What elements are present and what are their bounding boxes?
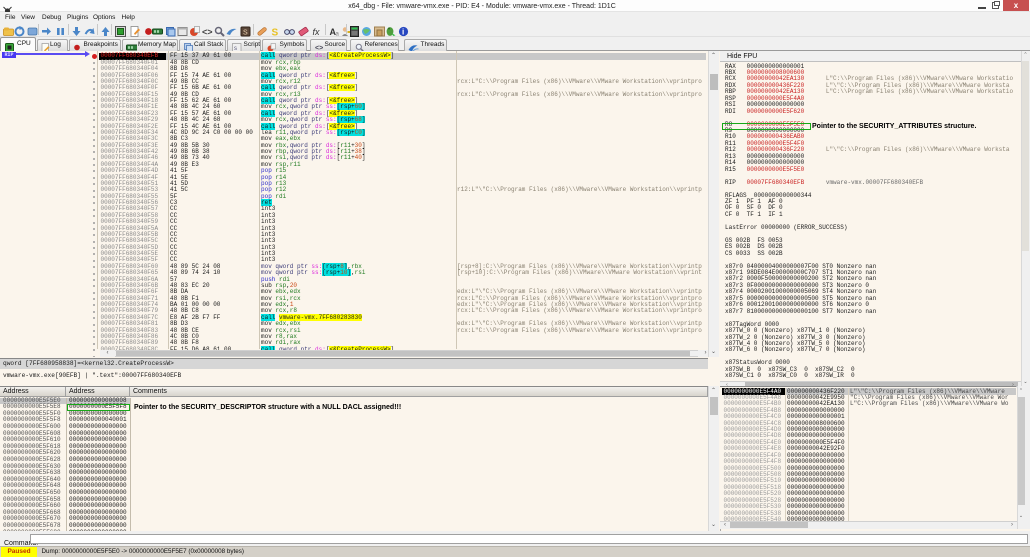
svg-text:S: S xyxy=(243,30,248,37)
svg-text:i: i xyxy=(402,28,404,37)
svg-text:S: S xyxy=(272,28,279,38)
svg-text:<>: <> xyxy=(202,27,213,37)
svg-text:fx: fx xyxy=(313,27,321,37)
